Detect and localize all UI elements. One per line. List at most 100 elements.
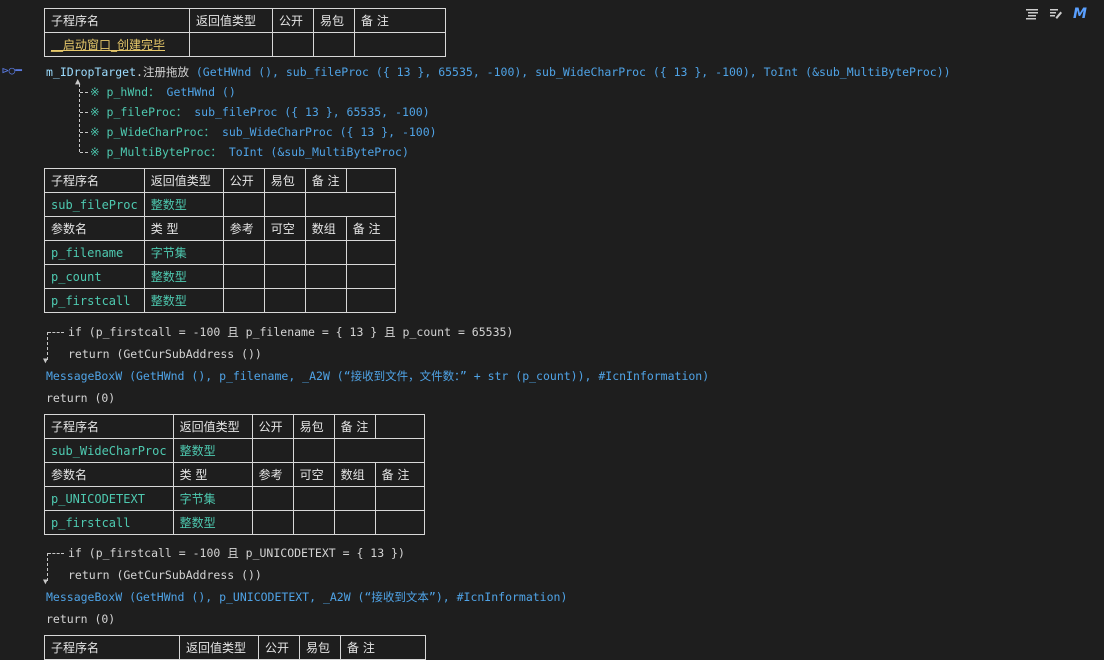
return-line[interactable]: return (0) [46,389,115,407]
param-tree-line [79,84,80,152]
param-remark-cell[interactable] [345,264,396,289]
param-null-cell[interactable] [292,510,335,535]
param-remark-cell[interactable] [345,240,396,265]
param-type-cell[interactable]: 字节集 [172,486,253,511]
param-null-cell[interactable] [263,240,306,265]
easy-pack-cell[interactable] [313,32,355,57]
param-label: ※ p_MultiByteProc： [90,145,222,159]
param-null-cell[interactable] [292,486,335,511]
header-type: 类 型 [143,216,224,241]
collapse-arrow-icon[interactable]: ▲ [75,77,80,87]
return-line[interactable]: return (GetCurSubAddress ()) [68,345,262,363]
easy-pack-cell[interactable] [292,438,335,463]
public-cell[interactable] [222,192,265,217]
ret-cell[interactable] [189,32,273,57]
sub-table-next: 子程序名 返回值类型 公开 易包 备 注 [44,635,426,660]
sub-table-widecharproc: 子程序名 返回值类型 公开 易包 备 注 sub_WideCharProc 整数… [44,414,425,535]
param-array-cell[interactable] [333,510,376,535]
param-name-cell[interactable]: p_firstcall [44,288,145,313]
param-line-widecharproc[interactable]: ※ p_WideCharProc： sub_WideCharProc ({ 13… [90,123,437,141]
param-type-cell[interactable]: 字节集 [143,240,224,265]
param-ref-cell[interactable] [222,240,265,265]
if-line[interactable]: if (p_firstcall = -100 且 p_UNICODETEXT =… [68,544,405,562]
sub-name-cell[interactable]: sub_WideCharProc [44,438,174,463]
param-value: sub_fileProc ({ 13 }, 65535, -100) [194,105,430,119]
param-ref-cell[interactable] [222,288,265,313]
public-cell[interactable] [251,438,294,463]
header-ret-type: 返回值类型 [179,635,259,660]
param-name-cell[interactable]: p_filename [44,240,145,265]
public-cell[interactable] [272,32,314,57]
remark-cell[interactable] [333,438,425,463]
easy-pack-cell[interactable] [263,192,306,217]
msgbox-line[interactable]: MessageBoxW (GetHWnd (), p_UNICODETEXT, … [46,588,567,606]
ret-cell[interactable]: 整数型 [172,438,253,463]
param-null-cell[interactable] [263,264,306,289]
header-ret-type: 返回值类型 [143,168,224,193]
header-extra [345,168,396,193]
header-ret-type: 返回值类型 [189,8,273,33]
param-remark-cell[interactable] [374,510,425,535]
param-array-cell[interactable] [304,288,347,313]
header-param-name: 参数名 [44,216,145,241]
param-array-cell[interactable] [304,264,347,289]
logo-icon[interactable]: M [1072,6,1088,22]
format-icon[interactable] [1024,6,1040,22]
param-remark-cell[interactable] [374,486,425,511]
return-line[interactable]: return (0) [46,610,115,628]
param-name-cell[interactable]: p_UNICODETEXT [44,486,174,511]
if-branch [48,332,64,333]
param-ref-cell[interactable] [251,486,294,511]
call-line[interactable]: m_IDropTarget.注册拖放 (GetHWnd (), sub_file… [46,63,951,81]
header-type: 类 型 [172,462,253,487]
sub-name-cell[interactable]: sub_fileProc [44,192,145,217]
msgbox-line[interactable]: MessageBoxW (GetHWnd (), p_filename, _A2… [46,367,709,385]
header-easy-pack: 易包 [313,8,355,33]
header-array: 数组 [333,462,376,487]
param-type-cell[interactable]: 整数型 [143,288,224,313]
call-method: .注册拖放 [136,65,189,79]
param-type-cell[interactable]: 整数型 [143,264,224,289]
param-type-cell[interactable]: 整数型 [172,510,253,535]
tree-branch [80,132,88,133]
param-value: ToInt (&sub_MultiByteProc) [228,145,409,159]
call-object: m_IDropTarget [46,65,137,79]
header-param-name: 参数名 [44,462,174,487]
param-null-cell[interactable] [263,288,306,313]
return-line[interactable]: return (GetCurSubAddress ()) [68,566,262,584]
flow-arrow-icon: ▼ [43,356,48,365]
tree-branch [80,112,88,113]
sub-name-cell[interactable]: __启动窗口_创建完毕 [44,32,190,57]
param-line-hwnd[interactable]: ※ p_hWnd： GetHWnd () [90,83,236,101]
edit-icon[interactable] [1048,6,1064,22]
header-ref: 参考 [222,216,265,241]
param-ref-cell[interactable] [222,264,265,289]
header-public: 公开 [258,635,300,660]
header-remark: 备 注 [345,216,396,241]
param-remark-cell[interactable] [345,288,396,313]
if-line[interactable]: if (p_firstcall = -100 且 p_filename = { … [68,323,513,341]
editor-toolbar: M [1024,6,1088,22]
header-remark: 备 注 [340,635,426,660]
header-remark: 备 注 [333,414,376,439]
param-array-cell[interactable] [333,486,376,511]
header-easy-pack: 易包 [292,414,335,439]
header-sub-name: 子程序名 [44,635,180,660]
header-public: 公开 [251,414,294,439]
tree-branch [80,92,88,93]
param-line-multibyteproc[interactable]: ※ p_MultiByteProc： ToInt (&sub_MultiByte… [90,143,409,161]
header-public: 公开 [222,168,265,193]
header-remark: 备 注 [304,168,347,193]
param-ref-cell[interactable] [251,510,294,535]
param-name-cell[interactable]: p_count [44,264,145,289]
ret-cell[interactable]: 整数型 [143,192,224,217]
header-ref: 参考 [251,462,294,487]
param-line-fileproc[interactable]: ※ p_fileProc： sub_fileProc ({ 13 }, 6553… [90,103,430,121]
header-nullable: 可空 [292,462,335,487]
param-name-cell[interactable]: p_firstcall [44,510,174,535]
remark-cell[interactable] [304,192,396,217]
param-array-cell[interactable] [304,240,347,265]
breakpoint-marker-icon[interactable]: ⊳○━ [2,64,22,77]
call-args: (GetHWnd (), sub_fileProc ({ 13 }, 65535… [188,65,951,79]
remark-cell[interactable] [354,32,446,57]
